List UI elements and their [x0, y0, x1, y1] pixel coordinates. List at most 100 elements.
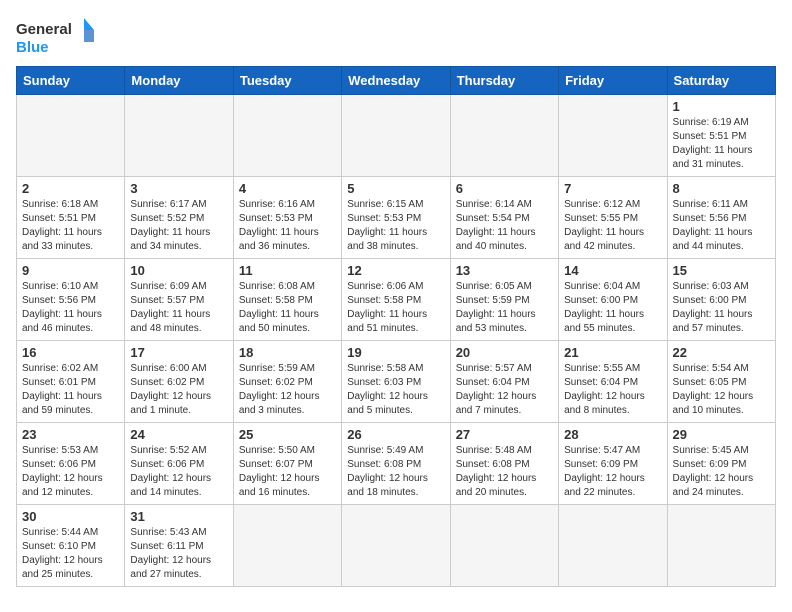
calendar-cell: 19 Sunrise: 5:58 AM Sunset: 6:03 PM Dayli…	[342, 341, 450, 423]
day-number: 13	[456, 263, 553, 278]
cell-text: Sunrise: 5:59 AM Sunset: 6:02 PM Dayligh…	[239, 362, 336, 418]
calendar-cell	[342, 95, 450, 177]
cell-text: Sunrise: 5:45 AM Sunset: 6:09 PM Dayligh…	[673, 444, 770, 500]
calendar-cell: 31 Sunrise: 5:43 AM Sunset: 6:11 PM Dayli…	[125, 505, 233, 587]
day-number: 11	[239, 263, 336, 278]
logo-svg: General Blue	[16, 16, 96, 56]
day-number: 6	[456, 181, 553, 196]
calendar-cell	[233, 505, 341, 587]
calendar-cell: 20 Sunrise: 5:57 AM Sunset: 6:04 PM Dayli…	[450, 341, 558, 423]
calendar-cell: 6 Sunrise: 6:14 AM Sunset: 5:54 PM Daylig…	[450, 177, 558, 259]
cell-text: Sunrise: 6:12 AM Sunset: 5:55 PM Dayligh…	[564, 198, 661, 254]
calendar-cell: 18 Sunrise: 5:59 AM Sunset: 6:02 PM Dayli…	[233, 341, 341, 423]
calendar-cell: 9Sunrise: 6:10 AM Sunset: 5:56 PM Daylig…	[17, 259, 125, 341]
calendar-cell: 10 Sunrise: 6:09 AM Sunset: 5:57 PM Dayli…	[125, 259, 233, 341]
day-number: 7	[564, 181, 661, 196]
cell-text: Sunrise: 5:55 AM Sunset: 6:04 PM Dayligh…	[564, 362, 661, 418]
day-number: 21	[564, 345, 661, 360]
cell-text: Sunrise: 6:11 AM Sunset: 5:56 PM Dayligh…	[673, 198, 770, 254]
calendar-week-6: 30Sunrise: 5:44 AM Sunset: 6:10 PM Dayli…	[17, 505, 776, 587]
cell-text: Sunrise: 6:02 AM Sunset: 6:01 PM Dayligh…	[22, 362, 119, 418]
day-number: 10	[130, 263, 227, 278]
calendar-week-4: 16 Sunrise: 6:02 AM Sunset: 6:01 PM Dayli…	[17, 341, 776, 423]
cell-text: Sunrise: 5:49 AM Sunset: 6:08 PM Dayligh…	[347, 444, 444, 500]
calendar-cell: 17Sunrise: 6:00 AM Sunset: 6:02 PM Dayli…	[125, 341, 233, 423]
day-number: 15	[673, 263, 770, 278]
weekday-header-monday: Monday	[125, 67, 233, 95]
calendar-cell	[559, 505, 667, 587]
day-number: 9	[22, 263, 119, 278]
cell-text: Sunrise: 5:57 AM Sunset: 6:04 PM Dayligh…	[456, 362, 553, 418]
calendar-cell: 3Sunrise: 6:17 AM Sunset: 5:52 PM Daylig…	[125, 177, 233, 259]
calendar-cell: 30Sunrise: 5:44 AM Sunset: 6:10 PM Dayli…	[17, 505, 125, 587]
cell-text: Sunrise: 6:08 AM Sunset: 5:58 PM Dayligh…	[239, 280, 336, 336]
day-number: 17	[130, 345, 227, 360]
calendar-cell	[125, 95, 233, 177]
cell-text: Sunrise: 6:14 AM Sunset: 5:54 PM Dayligh…	[456, 198, 553, 254]
cell-text: Sunrise: 6:06 AM Sunset: 5:58 PM Dayligh…	[347, 280, 444, 336]
cell-text: Sunrise: 5:54 AM Sunset: 6:05 PM Dayligh…	[673, 362, 770, 418]
weekday-header-row: SundayMondayTuesdayWednesdayThursdayFrid…	[17, 67, 776, 95]
day-number: 8	[673, 181, 770, 196]
calendar-week-2: 2Sunrise: 6:18 AM Sunset: 5:51 PM Daylig…	[17, 177, 776, 259]
calendar-week-5: 23 Sunrise: 5:53 AM Sunset: 6:06 PM Dayli…	[17, 423, 776, 505]
calendar-cell	[233, 95, 341, 177]
day-number: 25	[239, 427, 336, 442]
svg-text:General: General	[16, 21, 72, 38]
calendar-cell	[342, 505, 450, 587]
cell-text: Sunrise: 6:09 AM Sunset: 5:57 PM Dayligh…	[130, 280, 227, 336]
day-number: 29	[673, 427, 770, 442]
calendar-cell: 11 Sunrise: 6:08 AM Sunset: 5:58 PM Dayli…	[233, 259, 341, 341]
calendar-cell: 15 Sunrise: 6:03 AM Sunset: 6:00 PM Dayli…	[667, 259, 775, 341]
calendar-cell: 7 Sunrise: 6:12 AM Sunset: 5:55 PM Daylig…	[559, 177, 667, 259]
day-number: 24	[130, 427, 227, 442]
day-number: 12	[347, 263, 444, 278]
calendar-cell: 8 Sunrise: 6:11 AM Sunset: 5:56 PM Daylig…	[667, 177, 775, 259]
weekday-header-friday: Friday	[559, 67, 667, 95]
cell-text: Sunrise: 5:48 AM Sunset: 6:08 PM Dayligh…	[456, 444, 553, 500]
calendar-cell: 29 Sunrise: 5:45 AM Sunset: 6:09 PM Dayli…	[667, 423, 775, 505]
day-number: 28	[564, 427, 661, 442]
page-header: General Blue	[16, 16, 776, 56]
day-number: 23	[22, 427, 119, 442]
cell-text: Sunrise: 5:58 AM Sunset: 6:03 PM Dayligh…	[347, 362, 444, 418]
calendar-cell: 28Sunrise: 5:47 AM Sunset: 6:09 PM Dayli…	[559, 423, 667, 505]
logo: General Blue	[16, 16, 96, 56]
cell-text: Sunrise: 5:53 AM Sunset: 6:06 PM Dayligh…	[22, 444, 119, 500]
weekday-header-wednesday: Wednesday	[342, 67, 450, 95]
day-number: 26	[347, 427, 444, 442]
cell-text: Sunrise: 5:43 AM Sunset: 6:11 PM Dayligh…	[130, 526, 227, 582]
cell-text: Sunrise: 5:44 AM Sunset: 6:10 PM Dayligh…	[22, 526, 119, 582]
cell-text: Sunrise: 6:04 AM Sunset: 6:00 PM Dayligh…	[564, 280, 661, 336]
calendar-cell: 2Sunrise: 6:18 AM Sunset: 5:51 PM Daylig…	[17, 177, 125, 259]
calendar-week-3: 9Sunrise: 6:10 AM Sunset: 5:56 PM Daylig…	[17, 259, 776, 341]
cell-text: Sunrise: 6:05 AM Sunset: 5:59 PM Dayligh…	[456, 280, 553, 336]
calendar-table: SundayMondayTuesdayWednesdayThursdayFrid…	[16, 66, 776, 587]
day-number: 16	[22, 345, 119, 360]
calendar-cell: 22 Sunrise: 5:54 AM Sunset: 6:05 PM Dayli…	[667, 341, 775, 423]
day-number: 18	[239, 345, 336, 360]
day-number: 22	[673, 345, 770, 360]
calendar-cell	[667, 505, 775, 587]
day-number: 19	[347, 345, 444, 360]
calendar-cell: 26 Sunrise: 5:49 AM Sunset: 6:08 PM Dayli…	[342, 423, 450, 505]
cell-text: Sunrise: 6:03 AM Sunset: 6:00 PM Dayligh…	[673, 280, 770, 336]
calendar-cell: 21 Sunrise: 5:55 AM Sunset: 6:04 PM Dayli…	[559, 341, 667, 423]
day-number: 2	[22, 181, 119, 196]
cell-text: Sunrise: 6:16 AM Sunset: 5:53 PM Dayligh…	[239, 198, 336, 254]
calendar-cell: 16 Sunrise: 6:02 AM Sunset: 6:01 PM Dayli…	[17, 341, 125, 423]
calendar-cell: 12 Sunrise: 6:06 AM Sunset: 5:58 PM Dayli…	[342, 259, 450, 341]
calendar-cell: 14 Sunrise: 6:04 AM Sunset: 6:00 PM Dayli…	[559, 259, 667, 341]
day-number: 27	[456, 427, 553, 442]
day-number: 3	[130, 181, 227, 196]
day-number: 31	[130, 509, 227, 524]
weekday-header-sunday: Sunday	[17, 67, 125, 95]
calendar-cell: 1Sunrise: 6:19 AM Sunset: 5:51 PM Daylig…	[667, 95, 775, 177]
calendar-cell: 23 Sunrise: 5:53 AM Sunset: 6:06 PM Dayli…	[17, 423, 125, 505]
cell-text: Sunrise: 5:50 AM Sunset: 6:07 PM Dayligh…	[239, 444, 336, 500]
day-number: 14	[564, 263, 661, 278]
day-number: 20	[456, 345, 553, 360]
calendar-cell	[450, 505, 558, 587]
calendar-cell	[559, 95, 667, 177]
cell-text: Sunrise: 5:52 AM Sunset: 6:06 PM Dayligh…	[130, 444, 227, 500]
